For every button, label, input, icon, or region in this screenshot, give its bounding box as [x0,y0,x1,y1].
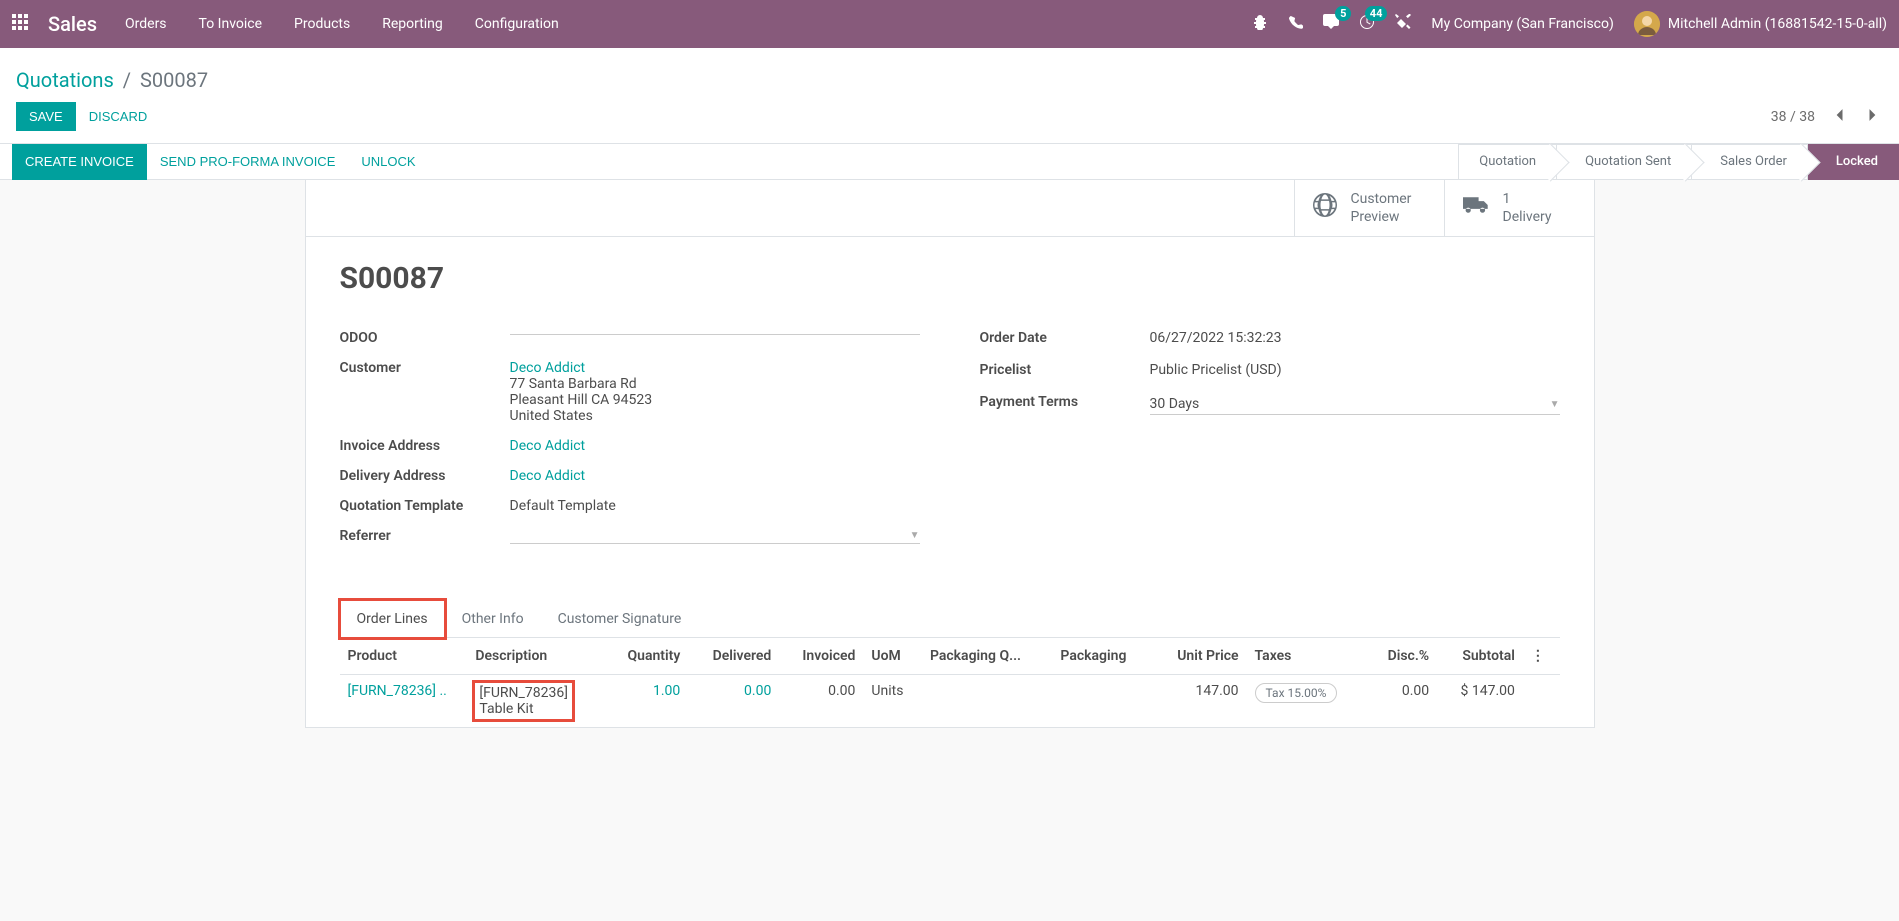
col-options-icon[interactable]: ⋮ [1523,638,1560,675]
breadcrumb-parent[interactable]: Quotations [16,68,114,92]
nav-configuration[interactable]: Configuration [475,16,559,32]
record-name: S00087 [340,261,1560,296]
main-navbar: Sales Orders To Invoice Products Reporti… [0,0,1899,48]
tools-icon[interactable] [1395,14,1411,34]
col-uom[interactable]: UoM [863,638,922,675]
table-header-row: Product Description Quantity Delivered I… [340,638,1560,675]
messages-icon[interactable]: 5 [1323,14,1339,34]
order-date-value: 06/27/2022 15:32:23 [1150,326,1560,350]
nav-menu: Orders To Invoice Products Reporting Con… [125,16,559,32]
col-packaging-qty[interactable]: Packaging Q... [922,638,1052,675]
nav-reporting[interactable]: Reporting [382,16,443,32]
messages-badge: 5 [1335,6,1351,21]
cell-invoiced: 0.00 [779,675,863,728]
pager-prev-icon[interactable] [1829,104,1849,130]
cell-packaging-qty[interactable] [922,675,1052,728]
cell-delivered[interactable]: 0.00 [688,675,779,728]
odoo-label: ODOO [340,326,510,346]
col-unit-price[interactable]: Unit Price [1152,638,1246,675]
activities-badge: 44 [1365,6,1388,21]
nav-to-invoice[interactable]: To Invoice [199,16,263,32]
col-disc[interactable]: Disc.% [1367,638,1437,675]
col-product[interactable]: Product [340,638,468,675]
step-locked[interactable]: Locked [1808,144,1899,180]
delivery-address-label: Delivery Address [340,464,510,484]
customer-label: Customer [340,356,510,376]
invoice-address-label: Invoice Address [340,434,510,454]
col-quantity[interactable]: Quantity [604,638,688,675]
breadcrumb: Quotations / S00087 [16,60,1883,102]
step-quotation[interactable]: Quotation [1458,144,1557,180]
apps-icon[interactable] [12,14,32,34]
tab-other-info[interactable]: Other Info [445,600,541,637]
company-name[interactable]: My Company (San Francisco) [1431,16,1613,32]
globe-icon [1313,193,1337,223]
quotation-template-value: Default Template [510,494,920,518]
customer-value[interactable]: Deco Addict 77 Santa Barbara Rd Pleasant… [510,356,920,428]
save-button[interactable]: Save [16,102,76,131]
breadcrumb-current: S00087 [140,68,208,92]
table-row[interactable]: [FURN_78236] .. [FURN_78236] Table Kit 1… [340,675,1560,728]
referrer-field[interactable]: ▼ [510,528,920,544]
cell-product[interactable]: [FURN_78236] .. [340,675,468,728]
referrer-label: Referrer [340,524,510,544]
col-subtotal[interactable]: Subtotal [1437,638,1523,675]
discard-button[interactable]: Discard [76,102,161,131]
col-delivered[interactable]: Delivered [688,638,779,675]
activities-icon[interactable]: 44 [1359,14,1375,34]
cell-quantity[interactable]: 1.00 [604,675,688,728]
order-lines-table: Product Description Quantity Delivered I… [340,638,1560,727]
cell-unit-price[interactable]: 147.00 [1152,675,1246,728]
order-date-label: Order Date [980,326,1150,346]
status-steps: Quotation Quotation Sent Sales Order Loc… [1458,144,1899,180]
send-proforma-button[interactable]: Send Pro-Forma Invoice [147,144,349,180]
button-box: Customer Preview 1 Delivery [306,180,1594,237]
user-name: Mitchell Admin (16881542-15-0-all) [1668,16,1887,32]
cell-taxes[interactable]: Tax 15.00% [1247,675,1367,728]
invoice-address-value[interactable]: Deco Addict [510,438,586,454]
phone-icon[interactable] [1288,15,1303,34]
col-invoiced[interactable]: Invoiced [779,638,863,675]
tabs: Order Lines Other Info Customer Signatur… [340,600,1560,638]
cell-subtotal: $ 147.00 [1437,675,1523,728]
col-description[interactable]: Description [467,638,604,675]
payment-terms-label: Payment Terms [980,390,1150,410]
delivery-stat-button[interactable]: 1 Delivery [1444,180,1594,236]
step-sales-order[interactable]: Sales Order [1692,144,1808,180]
pager-next-icon[interactable] [1863,104,1883,130]
delivery-address-value[interactable]: Deco Addict [510,468,586,484]
avatar [1634,11,1660,37]
nav-products[interactable]: Products [294,16,350,32]
odoo-field[interactable] [510,330,920,335]
tab-customer-signature[interactable]: Customer Signature [541,600,699,637]
customer-preview-button[interactable]: Customer Preview [1294,180,1444,236]
cell-packaging[interactable] [1052,675,1152,728]
control-panel: Quotations / S00087 Save Discard 38 / 38 [0,48,1899,144]
status-bar: Create Invoice Send Pro-Forma Invoice Un… [0,144,1899,180]
truck-icon [1463,195,1489,221]
pricelist-label: Pricelist [980,358,1150,378]
pager-text: 38 / 38 [1771,109,1815,125]
cell-uom[interactable]: Units [863,675,922,728]
unlock-button[interactable]: Unlock [348,144,428,180]
col-packaging[interactable]: Packaging [1052,638,1152,675]
cell-disc[interactable]: 0.00 [1367,675,1437,728]
pricelist-value: Public Pricelist (USD) [1150,358,1560,382]
create-invoice-button[interactable]: Create Invoice [12,144,147,180]
nav-orders[interactable]: Orders [125,16,167,32]
cell-description[interactable]: [FURN_78236] Table Kit [467,675,604,728]
tab-order-lines[interactable]: Order Lines [340,600,445,638]
step-quotation-sent[interactable]: Quotation Sent [1557,144,1692,180]
payment-terms-field[interactable]: 30 Days▼ [1150,394,1560,415]
col-taxes[interactable]: Taxes [1247,638,1367,675]
debug-icon[interactable] [1252,14,1268,34]
form-sheet: Customer Preview 1 Delivery S00087 [305,180,1595,728]
user-menu[interactable]: Mitchell Admin (16881542-15-0-all) [1634,11,1887,37]
quotation-template-label: Quotation Template [340,494,510,514]
app-brand[interactable]: Sales [48,12,97,36]
